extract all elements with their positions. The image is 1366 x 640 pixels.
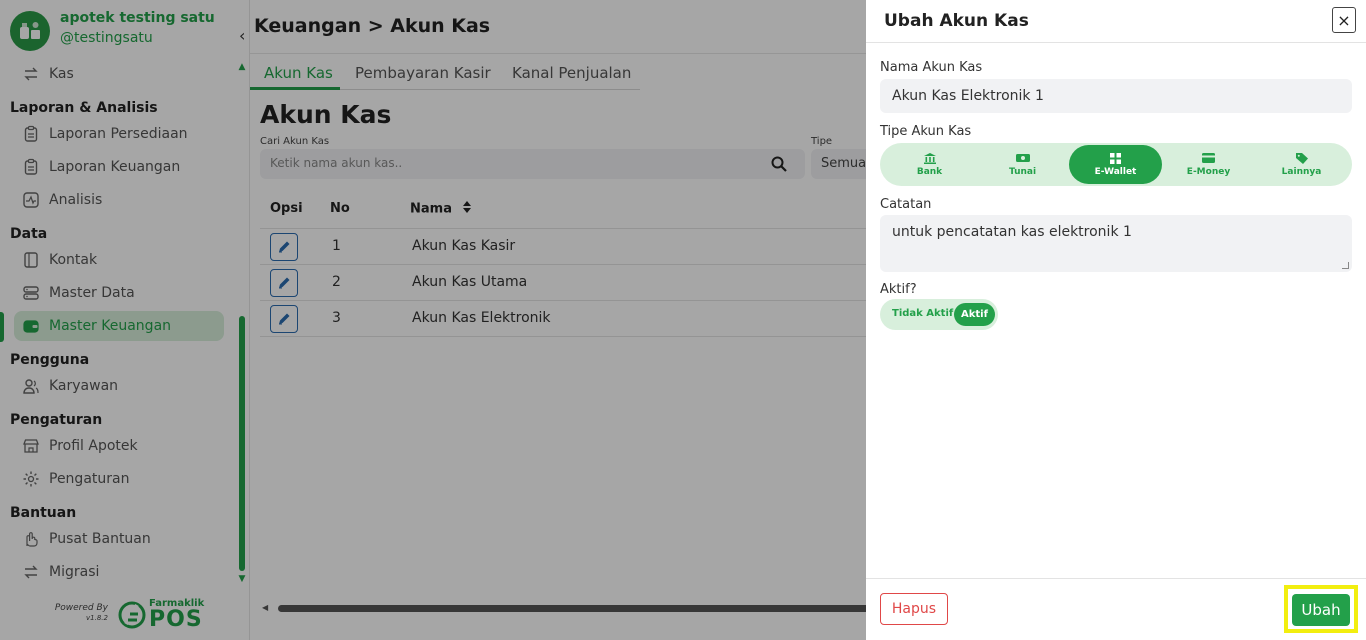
highlight-box: Ubah — [1284, 585, 1358, 633]
toggle-active-option[interactable]: Aktif — [954, 303, 995, 326]
bank-icon — [923, 152, 936, 164]
type-option-label: E-Wallet — [1094, 167, 1137, 177]
notes-textarea[interactable]: untuk pencatatan kas elektronik 1 — [880, 215, 1352, 272]
drawer-footer-divider — [866, 578, 1366, 579]
money-icon — [1015, 152, 1030, 164]
submit-button[interactable]: Ubah — [1292, 594, 1350, 626]
type-option-label: Lainnya — [1281, 167, 1322, 177]
drawer-title: Ubah Akun Kas — [884, 11, 1029, 31]
type-option-tunai[interactable]: Tunai — [976, 145, 1069, 184]
type-option-label: E-Money — [1186, 167, 1231, 177]
grid-icon — [1110, 152, 1121, 164]
notes-label: Catatan — [880, 197, 932, 212]
resize-handle-icon[interactable] — [1342, 262, 1349, 269]
drawer-header-divider — [866, 42, 1366, 43]
card-icon — [1202, 152, 1215, 164]
type-option-lainnya[interactable]: Lainnya — [1255, 145, 1348, 184]
tag-icon — [1295, 152, 1308, 164]
active-toggle[interactable]: Tidak Aktif Aktif — [880, 299, 998, 330]
account-name-label: Nama Akun Kas — [880, 60, 983, 75]
type-option-e-wallet[interactable]: E-Wallet — [1069, 145, 1162, 184]
toggle-inactive-option[interactable]: Tidak Aktif — [892, 308, 953, 319]
account-type-label: Tipe Akun Kas — [880, 124, 972, 139]
type-option-bank[interactable]: Bank — [883, 145, 976, 184]
active-label: Aktif? — [880, 282, 917, 297]
account-name-input[interactable]: Akun Kas Elektronik 1 — [880, 79, 1352, 113]
modal-backdrop[interactable] — [0, 0, 866, 640]
type-option-label: Tunai — [1008, 167, 1037, 177]
type-option-label: Bank — [916, 167, 943, 177]
edit-cash-account-drawer: Ubah Akun Kas × Nama Akun Kas Akun Kas E… — [866, 0, 1366, 640]
delete-button[interactable]: Hapus — [880, 593, 948, 625]
close-button[interactable]: × — [1332, 7, 1356, 33]
type-option-e-money[interactable]: E-Money — [1162, 145, 1255, 184]
notes-text: untuk pencatatan kas elektronik 1 — [892, 224, 1132, 240]
account-type-selector: Bank Tunai E-Wallet E-Money Lainnya — [880, 143, 1352, 186]
